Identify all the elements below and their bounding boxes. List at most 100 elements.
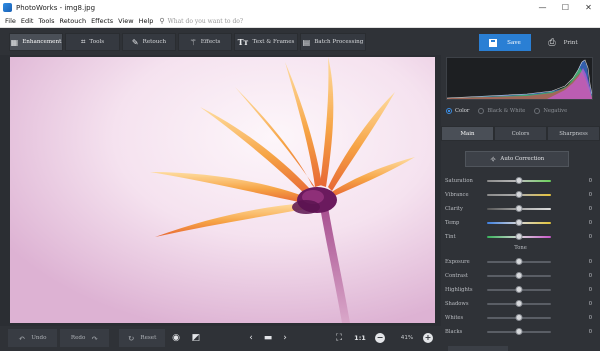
menu-tools[interactable]: Tools: [38, 17, 54, 25]
previous-icon[interactable]: ‹: [243, 329, 259, 347]
menu-effects[interactable]: Effects: [91, 17, 113, 25]
mode-negative[interactable]: Negative: [534, 108, 567, 114]
search-input[interactable]: What do you want to do?: [168, 18, 244, 25]
fit-screen-icon[interactable]: ⛶: [331, 329, 347, 347]
color-mode-options: Color Black & White Negative: [446, 105, 593, 117]
slider-track[interactable]: [487, 328, 551, 335]
slider-value: 0: [588, 301, 592, 307]
slider-track[interactable]: [487, 205, 551, 212]
slider-track[interactable]: [487, 272, 551, 279]
histogram-graph: [447, 59, 592, 99]
slider-track[interactable]: [487, 258, 551, 265]
reset-label: Reset: [140, 335, 157, 341]
save-icon: [489, 38, 498, 47]
menu-view[interactable]: View: [118, 17, 133, 25]
menu-edit[interactable]: Edit: [21, 17, 34, 25]
tab-sharpness[interactable]: Sharpness: [547, 126, 600, 141]
canvas-area: [0, 55, 441, 326]
menu-retouch[interactable]: Retouch: [60, 17, 87, 25]
slider-handle[interactable]: [515, 205, 523, 212]
zoom-out-icon[interactable]: −: [375, 333, 385, 343]
tab-text-frames[interactable]: Tт Text & Frames: [234, 33, 298, 51]
slider-value: 0: [588, 220, 592, 226]
print-button-label: Print: [563, 39, 578, 46]
minimize-button[interactable]: —: [531, 0, 554, 15]
print-button[interactable]: ⎙ Print: [537, 34, 589, 51]
slider-track[interactable]: [487, 286, 551, 293]
tab-batch-processing[interactable]: ▤ Batch Processing: [300, 33, 366, 51]
flower-photo: [10, 57, 435, 323]
panel-tabs: Main Colors Sharpness: [441, 126, 600, 141]
slider-handle[interactable]: [515, 314, 523, 321]
redo-button[interactable]: Redo ↷: [60, 329, 109, 347]
slider-temp: Temp 0: [445, 218, 595, 228]
tab-tools[interactable]: ⌗ Tools: [65, 33, 120, 51]
tab-retouch-label: Retouch: [142, 39, 167, 45]
next-icon[interactable]: ›: [277, 329, 293, 347]
slider-track[interactable]: [487, 314, 551, 321]
slider-tint: Tint 0: [445, 232, 595, 242]
tab-tools-label: Tools: [89, 39, 105, 45]
maximize-button[interactable]: ☐: [554, 0, 577, 15]
slider-track[interactable]: [487, 191, 551, 198]
auto-correction-button[interactable]: ✧ Auto Correction: [465, 151, 569, 167]
tab-retouch[interactable]: ✎ Retouch: [122, 33, 176, 51]
text-icon: Tт: [237, 37, 249, 47]
tab-main[interactable]: Main: [441, 126, 494, 141]
slider-label: Shadows: [445, 301, 469, 307]
slider-track[interactable]: [487, 219, 551, 226]
tone-heading: Tone: [514, 245, 527, 251]
slider-value: 0: [588, 206, 592, 212]
redo-label: Redo: [70, 335, 86, 341]
slider-handle[interactable]: [515, 219, 523, 226]
slider-track[interactable]: [487, 233, 551, 240]
search-icon: ⚲: [159, 17, 165, 25]
enhancement-icon: ▦: [10, 37, 19, 47]
slider-handle[interactable]: [515, 286, 523, 293]
reset-button[interactable]: ↻ Reset: [119, 329, 165, 347]
tab-colors[interactable]: Colors: [494, 126, 547, 141]
slider-handle[interactable]: [515, 177, 523, 184]
compare-icon[interactable]: ◩: [188, 329, 204, 347]
actual-size-button[interactable]: 1:1: [351, 329, 369, 347]
save-button[interactable]: Save: [479, 34, 531, 51]
menu-help[interactable]: Help: [139, 17, 154, 25]
slider-handle[interactable]: [515, 233, 523, 240]
zoom-in-icon[interactable]: +: [423, 333, 433, 343]
close-button[interactable]: ✕: [577, 0, 600, 15]
slider-handle[interactable]: [515, 328, 523, 335]
slider-highlights: Highlights 0: [445, 285, 595, 295]
slider-value: 0: [588, 273, 592, 279]
slider-track[interactable]: [487, 177, 551, 184]
slider-label: Highlights: [445, 287, 473, 293]
batch-icon: ▤: [302, 37, 311, 47]
slider-track[interactable]: [487, 300, 551, 307]
photo-canvas[interactable]: [10, 57, 435, 323]
save-button-label: Save: [507, 39, 521, 46]
undo-button[interactable]: ↶ Undo: [8, 329, 57, 347]
printer-icon: ⎙: [548, 37, 556, 48]
redo-icon: ↷: [91, 333, 99, 343]
eye-icon[interactable]: ◉: [168, 329, 184, 347]
menu-file[interactable]: File: [5, 17, 16, 25]
tab-effects[interactable]: ⚚ Effects: [178, 33, 232, 51]
app-logo-icon: [3, 3, 12, 12]
photoworks-window: PhotoWorks - img8.jpg — ☐ ✕ File Edit To…: [0, 0, 600, 351]
mode-black-white[interactable]: Black & White: [478, 108, 525, 114]
folder-icon[interactable]: ▬: [260, 329, 276, 347]
mode-color-label: Color: [455, 108, 470, 114]
horizontal-scrollbar[interactable]: [448, 346, 508, 351]
slider-handle[interactable]: [515, 300, 523, 307]
mode-color[interactable]: Color: [446, 108, 469, 114]
slider-label: Temp: [445, 220, 460, 226]
tab-enhancement[interactable]: ▦ Enhancement: [9, 33, 63, 51]
slider-handle[interactable]: [515, 258, 523, 265]
slider-contrast: Contrast 0: [445, 271, 595, 281]
mode-negative-label: Negative: [543, 108, 568, 114]
slider-handle[interactable]: [515, 191, 523, 198]
slider-handle[interactable]: [515, 272, 523, 279]
menu-search[interactable]: ⚲ What do you want to do?: [159, 17, 243, 25]
zoom-level: 41%: [400, 335, 414, 341]
undo-label: Undo: [31, 335, 47, 341]
window-title: PhotoWorks - img8.jpg: [16, 3, 96, 12]
